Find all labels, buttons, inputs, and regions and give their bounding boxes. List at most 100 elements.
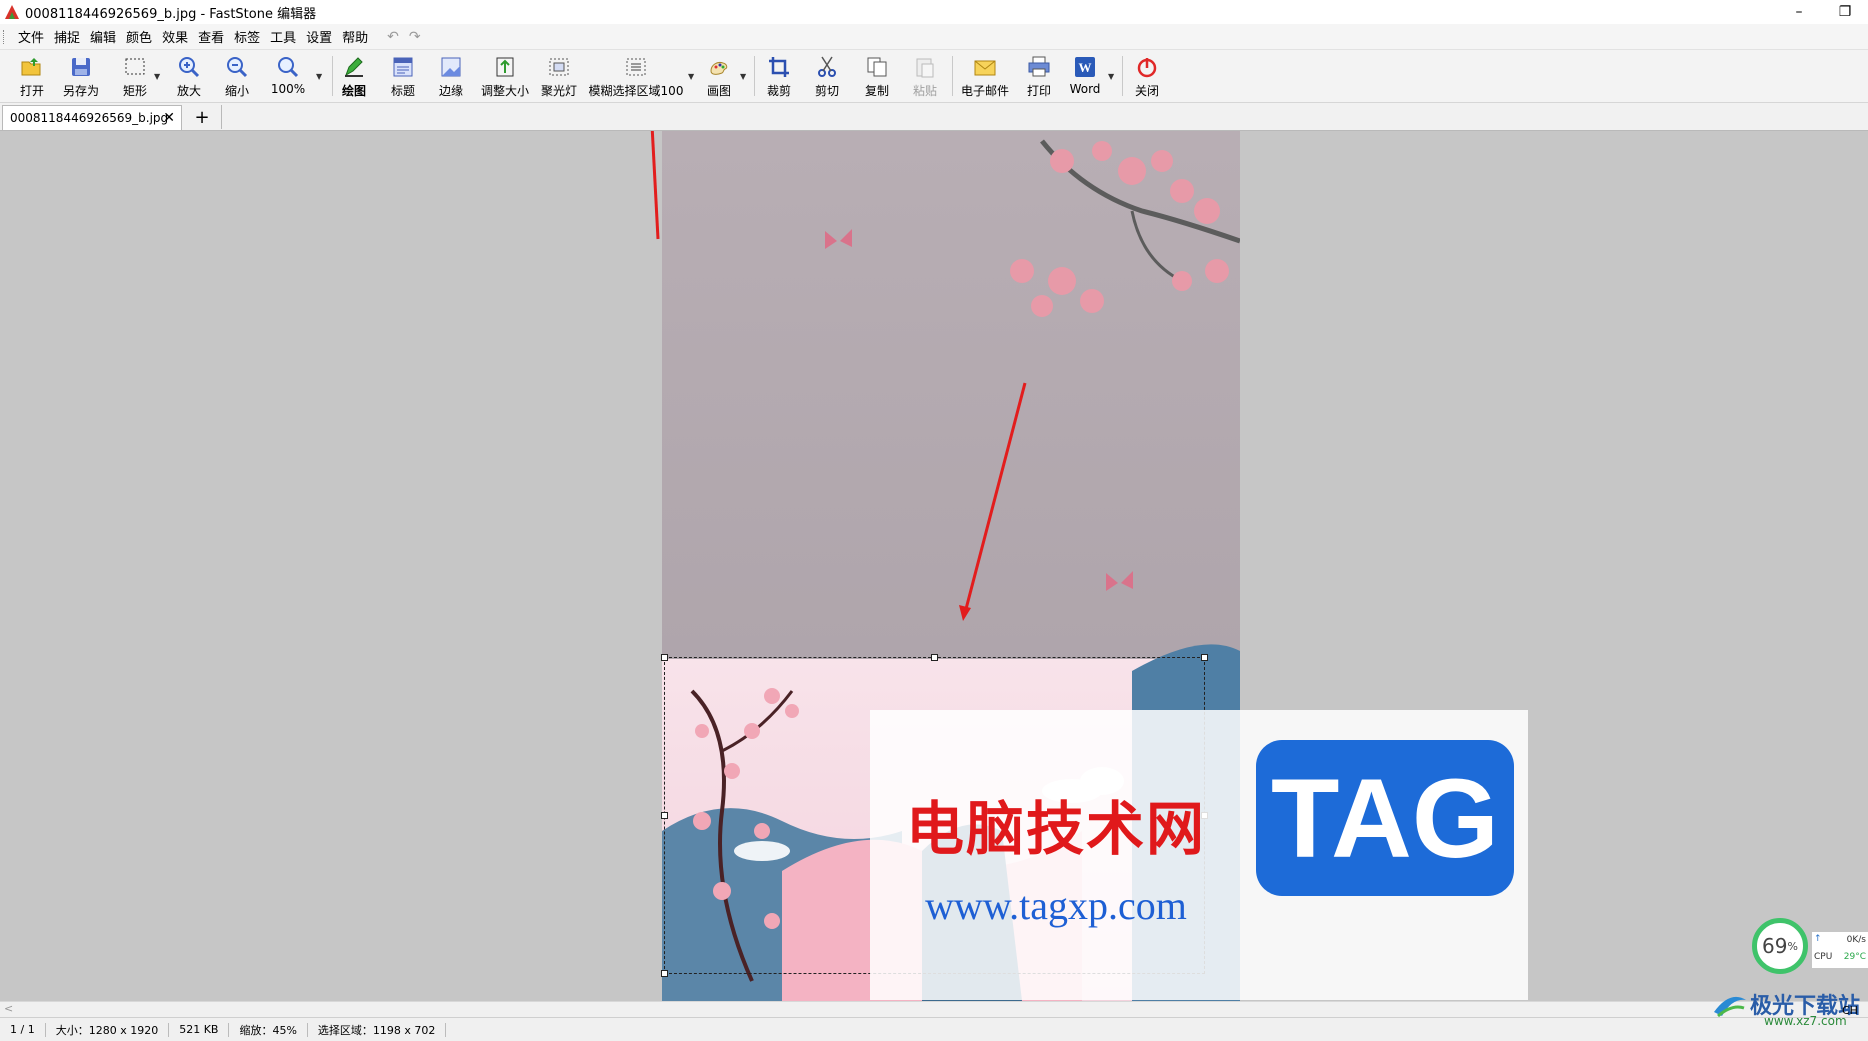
toolbar: 打开 另存为 矩形 ▼ 放大 缩小 100% ▼ 绘图 标题 边缘 调整大小 聚… [0, 50, 1868, 103]
watermark-title: 电脑技术网 [905, 794, 1206, 863]
rect-select-button[interactable]: 矩形 [118, 53, 152, 99]
zoom-100-button[interactable]: 100% [270, 53, 306, 99]
menu-capture[interactable]: 捕捉 [49, 27, 85, 46]
upload-arrow-icon: ↑ [1814, 934, 1822, 944]
status-size: 大小：1280 x 1920 [46, 1022, 170, 1037]
selection-handle-n[interactable] [931, 654, 938, 661]
horizontal-scrollbar[interactable]: < [0, 1001, 1868, 1017]
minimize-button[interactable]: – [1776, 0, 1822, 24]
zoom-in-icon [179, 57, 200, 78]
tab-file-label: 0008118446926569_b.jpg [10, 111, 169, 125]
zoom-dropdown-icon[interactable]: ▼ [316, 72, 322, 81]
envelope-icon [974, 60, 996, 76]
caption-icon [393, 57, 413, 77]
save-as-button[interactable]: 另存为 [60, 53, 102, 99]
toolbar-separator [332, 56, 333, 96]
ime-indicator[interactable]: CH [1842, 1004, 1858, 1017]
crop-icon [769, 57, 789, 77]
status-filesize: 521 KB [169, 1022, 230, 1037]
resize-button[interactable]: 调整大小 [480, 53, 530, 99]
copy-button[interactable]: 复制 [862, 53, 892, 99]
email-button[interactable]: 电子邮件 [958, 53, 1012, 99]
selection-handle-sw[interactable] [661, 970, 668, 977]
menu-tools[interactable]: 工具 [265, 27, 301, 46]
menu-tabs[interactable]: 标签 [229, 27, 265, 46]
spotlight-button[interactable]: 聚光灯 [540, 53, 578, 99]
print-button[interactable]: 打印 [1024, 53, 1054, 99]
tab-file[interactable]: 0008118446926569_b.jpg ✕ [2, 105, 182, 130]
undo-icon[interactable]: ↶ [387, 29, 399, 45]
word-dropdown-icon[interactable]: ▼ [1108, 72, 1114, 81]
close-button[interactable]: 关闭 [1132, 53, 1162, 99]
watermark-site: 电脑技术网 www.tagxp.com [870, 710, 1242, 1000]
tab-bar: 0008118446926569_b.jpg ✕ + [0, 103, 1868, 131]
toolbar-separator [754, 56, 755, 96]
tab-close-icon[interactable]: ✕ [163, 110, 175, 126]
menu-help[interactable]: 帮助 [337, 27, 373, 46]
menu-settings[interactable]: 设置 [301, 27, 337, 46]
brand-url: www.xz7.com [1764, 1014, 1847, 1028]
svg-text:W: W [1079, 60, 1092, 75]
zoom-out-icon [227, 57, 248, 78]
zoom-in-button[interactable]: 放大 [174, 53, 204, 99]
scissors-icon [818, 56, 836, 77]
canvas-button[interactable]: 画图 [702, 53, 736, 99]
power-icon [1137, 58, 1157, 78]
zoom-out-button[interactable]: 缩小 [222, 53, 252, 99]
word-icon: W [1075, 57, 1095, 77]
menu-bar: 文件 捕捉 编辑 颜色 效果 查看 标签 工具 设置 帮助 ↶ ↷ [0, 24, 1868, 50]
open-button[interactable]: 打开 [14, 53, 50, 99]
edge-icon [441, 57, 461, 77]
redo-icon[interactable]: ↷ [409, 29, 421, 45]
selection-handle-nw[interactable] [661, 654, 668, 661]
cpu-temp: 29°C [1843, 952, 1866, 962]
blur-button[interactable]: 模糊选择区域100 [588, 53, 684, 99]
draw-button[interactable]: 绘图 [340, 53, 368, 99]
menu-edit[interactable]: 编辑 [85, 27, 121, 46]
brand-watermark: 极光下载站 www.xz7.com [1712, 988, 1862, 1028]
status-zoom: 缩放：45% [229, 1022, 308, 1037]
crop-button[interactable]: 裁剪 [764, 53, 794, 99]
toolbar-separator [952, 56, 953, 96]
status-selection: 选择区域：1198 x 702 [308, 1022, 447, 1037]
word-button[interactable]: W Word [1066, 53, 1104, 99]
menu-grip [3, 29, 7, 44]
restore-button[interactable]: ❐ [1822, 0, 1868, 24]
memory-percent: 69 [1762, 934, 1788, 958]
add-tab-button[interactable]: + [183, 105, 222, 129]
toolbar-separator [1122, 56, 1123, 96]
selection-handle-ne[interactable] [1201, 654, 1208, 661]
perf-panel: ↑ 0K/s CPU 29°C [1812, 932, 1868, 968]
app-icon [5, 5, 19, 19]
blur-dropdown-icon[interactable]: ▼ [688, 72, 694, 81]
window-title: 0008118446926569_b.jpg - FastStone 编辑器 [25, 6, 317, 22]
menu-view[interactable]: 查看 [193, 27, 229, 46]
watermark-tag-logo: TAG [1256, 740, 1514, 896]
scroll-left-icon[interactable]: < [4, 1002, 13, 1015]
canvas-dropdown-icon[interactable]: ▼ [740, 72, 746, 81]
performance-widget[interactable]: 69% ↑ 0K/s CPU 29°C [1752, 918, 1868, 988]
watermark-url: www.tagxp.com [925, 882, 1187, 928]
cut-button[interactable]: 剪切 [812, 53, 842, 99]
selection-handle-w[interactable] [661, 812, 668, 819]
draw-pencil-icon [345, 57, 363, 77]
menu-effects[interactable]: 效果 [157, 27, 193, 46]
blur-icon [626, 58, 646, 76]
menu-file[interactable]: 文件 [13, 27, 49, 46]
title-bar: 0008118446926569_b.jpg - FastStone 编辑器 –… [0, 0, 1868, 24]
status-bar: 1 / 1 大小：1280 x 1920 521 KB 缩放：45% 选择区域：… [0, 1017, 1868, 1041]
brand-logo-icon [1714, 996, 1746, 1018]
status-page: 1 / 1 [0, 1022, 46, 1037]
net-speed: 0K/s [1846, 935, 1866, 945]
rect-dropdown-icon[interactable]: ▼ [154, 72, 160, 81]
copy-icon [867, 57, 887, 77]
cpu-label: CPU [1814, 952, 1833, 962]
memory-ring: 69% [1752, 918, 1808, 974]
rectangle-select-icon [125, 58, 145, 75]
watermark-tag: TAG [1242, 710, 1528, 1000]
memory-unit: % [1787, 939, 1798, 953]
menu-colors[interactable]: 颜色 [121, 27, 157, 46]
caption-button[interactable]: 标题 [388, 53, 418, 99]
edge-button[interactable]: 边缘 [436, 53, 466, 99]
paste-button[interactable]: 粘贴 [910, 53, 940, 99]
